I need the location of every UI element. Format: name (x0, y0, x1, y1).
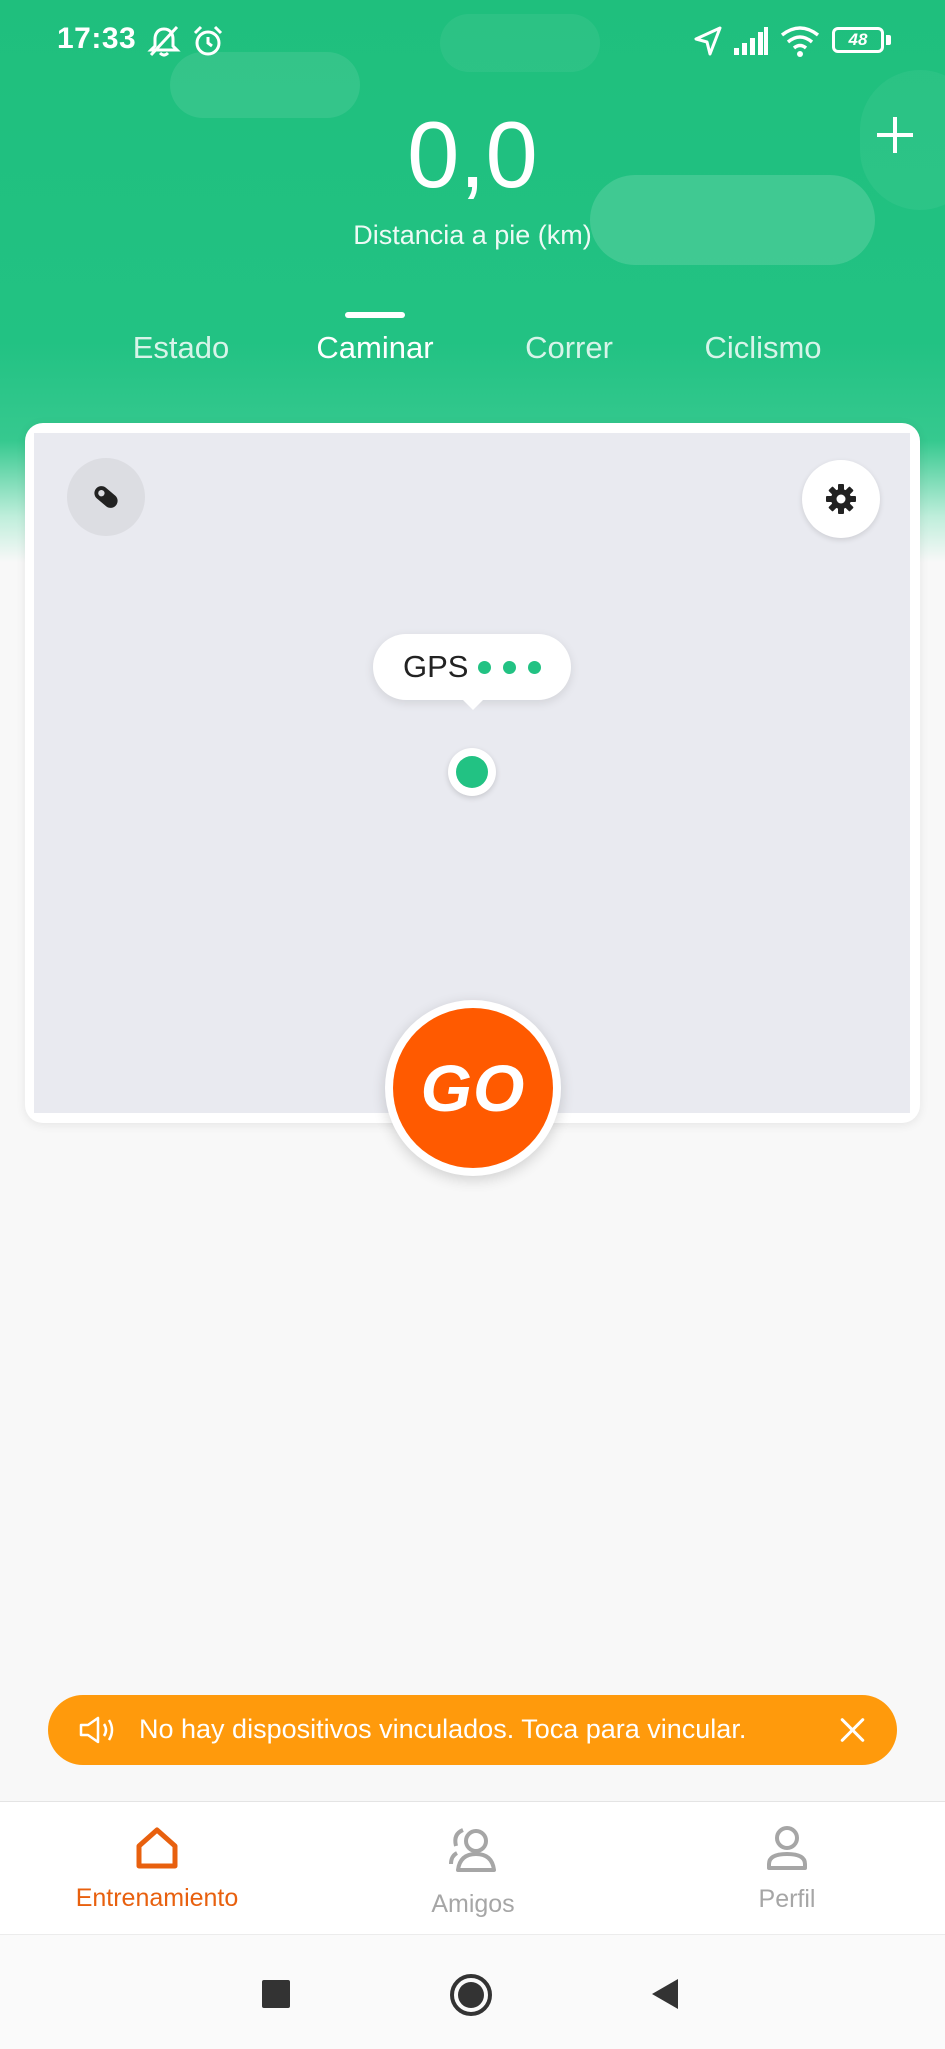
status-bar: 17:33 48 (0, 0, 945, 82)
nav-amigos[interactable]: Amigos (363, 1802, 583, 1934)
system-navigation-bar (0, 1934, 945, 2049)
speaker-icon (79, 1716, 114, 1744)
tab-estado[interactable]: Estado (133, 330, 230, 366)
activity-tabs: Estado Caminar Correr Ciclismo (0, 310, 945, 390)
tab-correr[interactable]: Correr (525, 330, 613, 366)
current-location-marker (448, 748, 496, 796)
gps-signal-dot (478, 661, 491, 674)
profile-icon (767, 1826, 807, 1870)
nav-label: Entrenamiento (75, 1884, 239, 1912)
tag-icon (94, 486, 118, 508)
notifications-off-icon (147, 25, 181, 57)
home-icon (136, 1827, 178, 1869)
nav-entrenamiento[interactable]: Entrenamiento (47, 1802, 267, 1934)
gps-status-bubble: GPS (373, 634, 571, 710)
home-circle-icon[interactable] (449, 1973, 493, 2017)
close-icon[interactable] (838, 1715, 868, 1745)
gear-icon (826, 484, 856, 514)
battery-level: 48 (848, 30, 868, 49)
tab-caminar[interactable]: Caminar (316, 330, 433, 366)
pairing-banner[interactable]: No hay dispositivos vinculados. Toca par… (48, 1695, 897, 1765)
recents-icon[interactable] (262, 1980, 290, 2008)
location-arrow-icon (694, 26, 722, 56)
nav-label: Amigos (431, 1890, 515, 1918)
battery-indicator: 48 (832, 27, 884, 53)
gps-signal-dot (528, 661, 541, 674)
bottom-navigation: Entrenamiento Amigos Perfil (0, 1801, 945, 1934)
go-label: GO (393, 1008, 553, 1168)
nav-label: Perfil (758, 1885, 816, 1913)
signal-icon (734, 27, 768, 55)
nav-perfil[interactable]: Perfil (677, 1802, 897, 1934)
gps-label: GPS (403, 649, 469, 684)
settings-button[interactable] (802, 460, 880, 538)
battery-tip (886, 35, 891, 45)
tab-ciclismo[interactable]: Ciclismo (704, 330, 821, 366)
active-tab-indicator (345, 312, 405, 318)
alarm-icon (193, 25, 223, 56)
tag-button[interactable] (67, 458, 145, 536)
distance-value: 0,0 (407, 102, 538, 207)
back-icon[interactable] (650, 1978, 680, 2010)
friends-icon (449, 1828, 496, 1872)
status-time: 17:33 (57, 22, 137, 55)
distance-label: Distancia a pie (km) (353, 220, 592, 250)
gps-signal-dot (503, 661, 516, 674)
wifi-icon (780, 26, 820, 57)
banner-text: No hay dispositivos vinculados. Toca par… (139, 1714, 747, 1744)
go-button[interactable]: GO (385, 1000, 561, 1176)
